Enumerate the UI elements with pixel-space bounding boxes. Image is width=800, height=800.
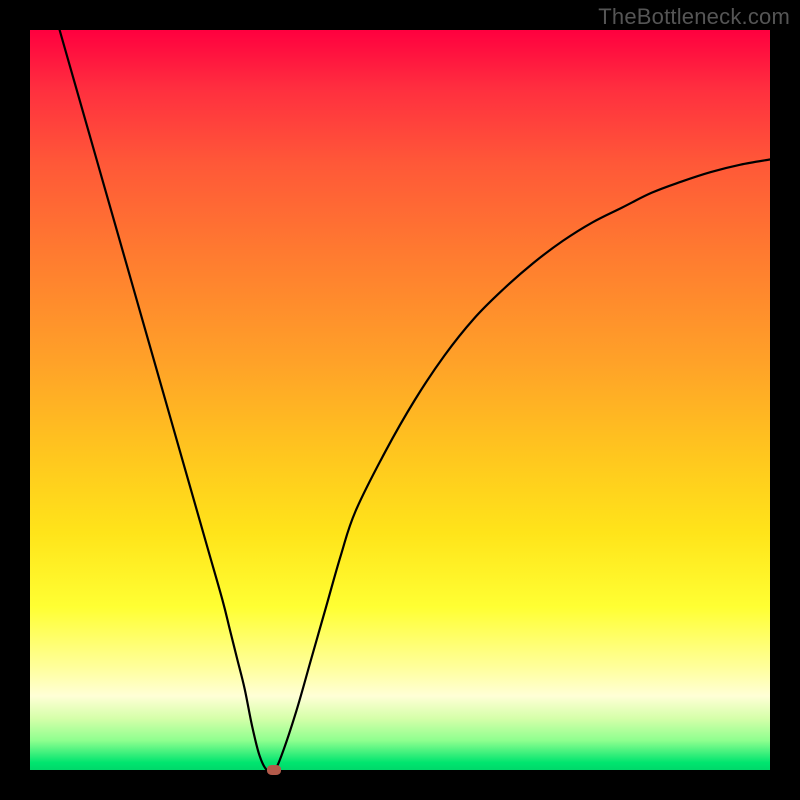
chart-frame: TheBottleneck.com [0, 0, 800, 800]
bottleneck-curve [30, 30, 770, 770]
watermark-text: TheBottleneck.com [598, 4, 790, 30]
curve-path [60, 30, 770, 770]
plot-area [30, 30, 770, 770]
optimum-marker [267, 765, 281, 775]
